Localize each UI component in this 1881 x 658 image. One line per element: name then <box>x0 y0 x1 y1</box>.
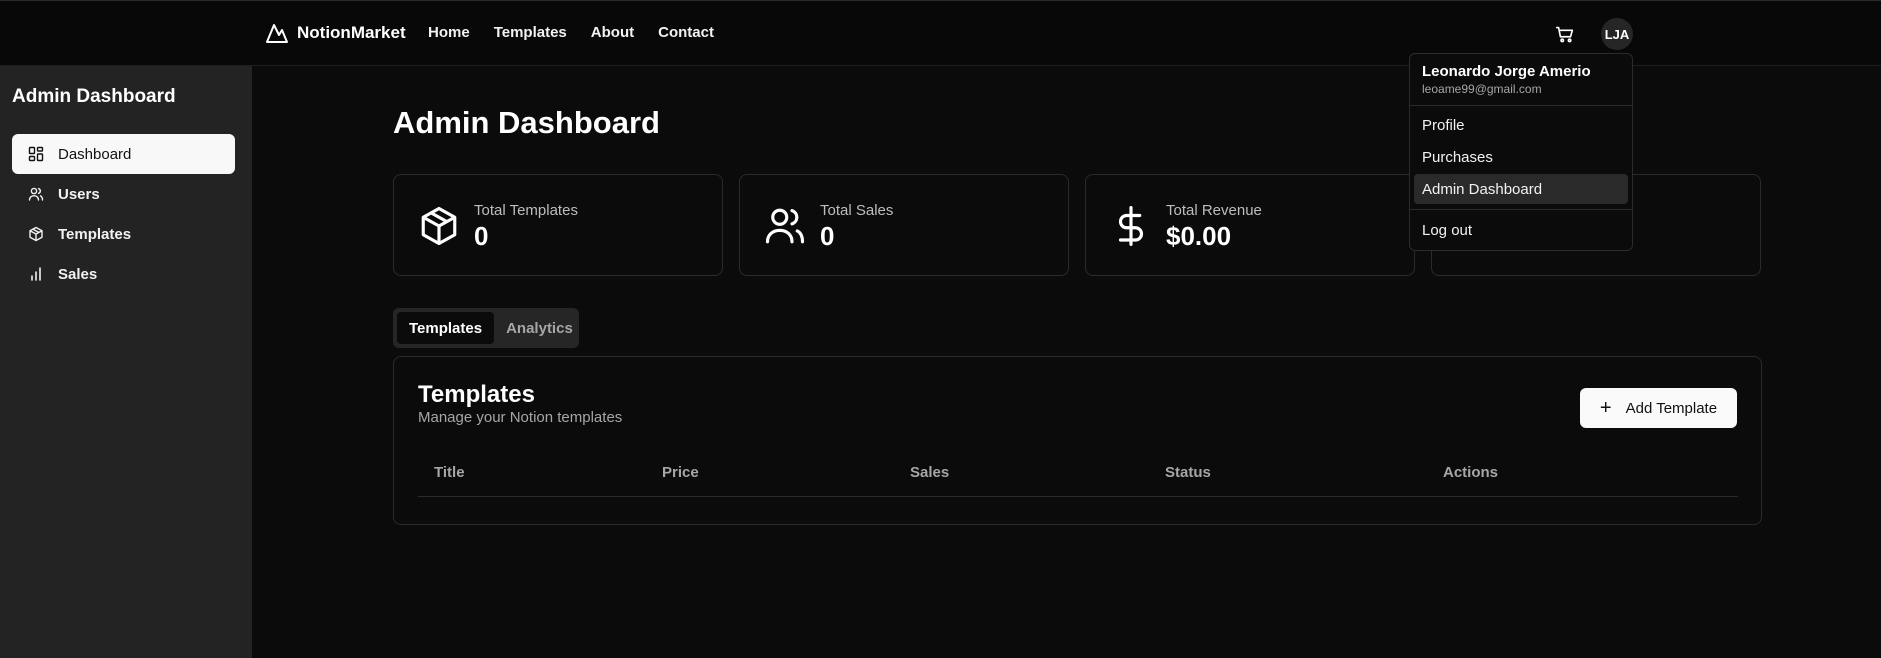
stat-card-sales: Total Sales 0 <box>739 174 1069 276</box>
stat-label: Total Revenue <box>1166 202 1262 219</box>
nav-templates-link[interactable]: Templates <box>494 24 567 41</box>
card-subtitle: Manage your Notion templates <box>418 409 623 426</box>
sidebar-item-label: Sales <box>58 265 98 283</box>
add-template-button[interactable]: + Add Template <box>1580 388 1737 428</box>
column-price: Price <box>662 464 699 481</box>
table-header: Title Price Sales Status Actions <box>418 453 1738 497</box>
stat-value: $0.00 <box>1166 221 1232 251</box>
cart-icon[interactable] <box>1554 23 1576 45</box>
plus-icon: + <box>1599 397 1612 419</box>
column-sales: Sales <box>910 464 950 481</box>
menu-item-logout[interactable]: Log out <box>1414 215 1628 245</box>
brand-link[interactable]: NotionMarket <box>265 21 406 45</box>
column-actions: Actions <box>1443 464 1499 481</box>
sidebar-menu: Dashboard Users Templates Sales <box>12 134 235 294</box>
stat-card-templates: Total Templates 0 <box>393 174 723 276</box>
users-icon <box>765 208 805 244</box>
nav-contact-link[interactable]: Contact <box>658 24 714 41</box>
column-status: Status <box>1165 464 1211 481</box>
sidebar-item-label: Dashboard <box>58 145 132 163</box>
card-title: Templates <box>418 381 535 408</box>
menu-divider <box>1410 209 1632 210</box>
grid-icon <box>28 146 44 162</box>
brand-name: NotionMarket <box>297 23 406 42</box>
sidebar-item-users[interactable]: Users <box>12 174 235 214</box>
page-title: Admin Dashboard <box>393 105 660 140</box>
stat-label: Total Sales <box>820 202 894 219</box>
menu-item-purchases[interactable]: Purchases <box>1414 142 1628 172</box>
tab-list: Templates Analytics <box>393 308 579 348</box>
sidebar-item-dashboard[interactable]: Dashboard <box>12 134 235 174</box>
sidebar-item-label: Users <box>58 185 100 203</box>
stat-card-revenue: Total Revenue $0.00 <box>1085 174 1415 276</box>
user-name: Leonardo Jorge Amerio <box>1422 63 1591 80</box>
users-icon <box>28 187 44 201</box>
nav-about-link[interactable]: About <box>591 24 634 41</box>
sidebar-item-sales[interactable]: Sales <box>12 254 235 294</box>
menu-item-profile[interactable]: Profile <box>1414 110 1628 140</box>
add-template-label: Add Template <box>1625 399 1718 417</box>
tab-templates[interactable]: Templates <box>397 312 495 344</box>
package-icon <box>29 226 43 242</box>
package-icon <box>421 206 457 246</box>
stat-value: 0 <box>474 221 489 251</box>
sidebar-item-templates[interactable]: Templates <box>12 214 235 254</box>
mountain-logo-icon <box>266 24 288 43</box>
templates-card: Templates Manage your Notion templates +… <box>393 356 1762 525</box>
sidebar-title: Admin Dashboard <box>12 86 176 107</box>
dollar-icon <box>1118 206 1144 246</box>
nav-home-link[interactable]: Home <box>428 24 470 41</box>
sidebar-item-label: Templates <box>58 225 132 243</box>
column-title: Title <box>434 464 465 481</box>
menu-divider <box>1410 105 1632 106</box>
admin-sidebar: Admin Dashboard Dashboard Users Template… <box>0 66 252 658</box>
stat-value: 0 <box>820 221 835 251</box>
tab-analytics[interactable]: Analytics <box>494 312 585 344</box>
user-avatar[interactable]: LJA <box>1601 18 1633 50</box>
menu-item-admin-dashboard[interactable]: Admin Dashboard <box>1414 174 1628 204</box>
user-dropdown-menu: Leonardo Jorge Amerio leoame99@gmail.com… <box>1409 53 1633 251</box>
main-nav: Home Templates About Contact <box>428 24 714 41</box>
user-email: leoame99@gmail.com <box>1422 82 1542 96</box>
stat-label: Total Templates <box>474 202 578 219</box>
bar-chart-icon <box>31 267 41 281</box>
